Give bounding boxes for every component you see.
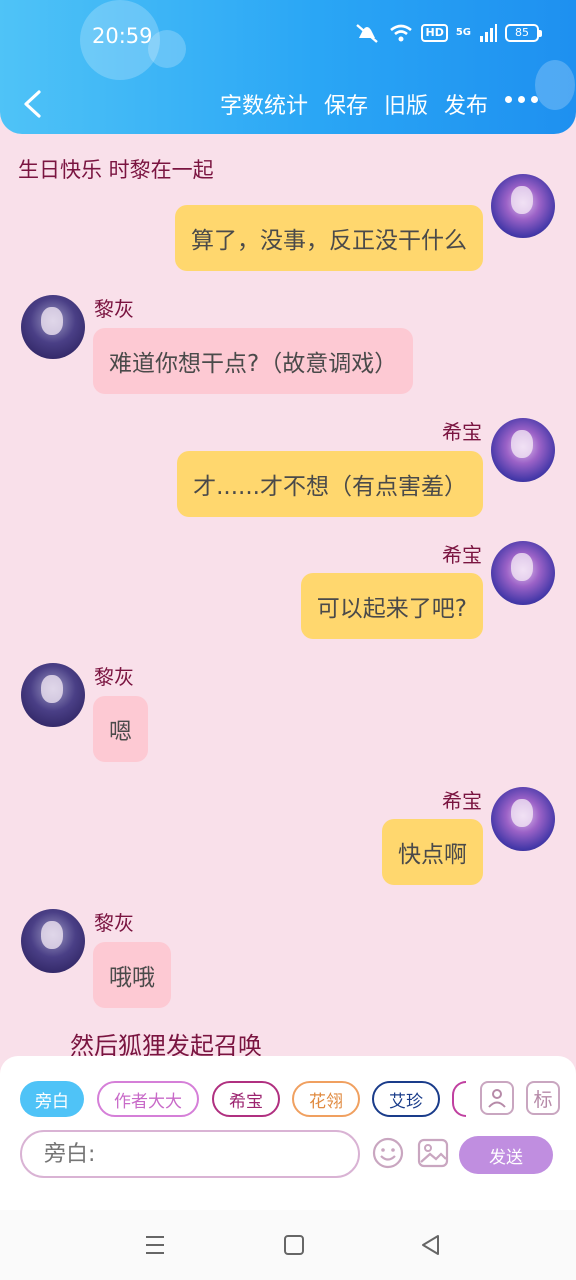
image-icon[interactable] xyxy=(416,1136,450,1170)
publish-button[interactable]: 发布 xyxy=(444,88,488,120)
role-chip-narrator[interactable]: 旁白 xyxy=(20,1081,84,1117)
avatar-lihui[interactable] xyxy=(21,909,85,973)
tag-icon[interactable]: 标 xyxy=(526,1081,560,1115)
sender-name: 希宝 xyxy=(442,789,482,813)
person-icon xyxy=(488,1089,506,1108)
avatar-xibao[interactable] xyxy=(491,418,555,482)
role-chip-hualing[interactable]: 花翎 xyxy=(292,1081,360,1117)
dot-icon xyxy=(505,96,512,103)
chat-title: 生日快乐 时黎在一起 xyxy=(18,158,214,182)
message-bubble[interactable]: 算了，没事，反正没干什么 xyxy=(175,205,483,271)
role-chip-partial[interactable] xyxy=(452,1081,466,1117)
wifi-icon xyxy=(390,24,413,42)
word-count-button[interactable]: 字数统计 xyxy=(220,88,308,120)
home-icon[interactable] xyxy=(281,1232,307,1258)
role-chip-author[interactable]: 作者大大 xyxy=(97,1081,199,1117)
message-bubble[interactable]: 可以起来了吧? xyxy=(300,573,483,639)
message-bubble[interactable]: 难道你想干点?（故意调戏） xyxy=(93,328,414,394)
app-header: 20:59 HD 5G 85 字数统计 保存 旧版 发布 xyxy=(0,0,576,134)
emoji-icon[interactable] xyxy=(371,1136,405,1170)
dot-icon xyxy=(531,96,538,103)
chevron-left-icon xyxy=(24,90,41,118)
mute-vibrate-icon xyxy=(356,24,379,43)
sender-name: 黎灰 xyxy=(94,297,134,321)
role-chip-aizhen[interactable]: 艾珍 xyxy=(372,1081,440,1117)
avatar-xibao[interactable] xyxy=(491,174,555,238)
avatar-xibao[interactable] xyxy=(491,787,555,851)
header-menu: 字数统计 保存 旧版 发布 xyxy=(220,88,488,120)
sender-name: 希宝 xyxy=(442,543,482,567)
message-bubble[interactable]: 嗯 xyxy=(93,696,148,762)
sender-name: 黎灰 xyxy=(94,665,134,689)
status-time: 20:59 xyxy=(92,24,153,48)
role-chip-xibao[interactable]: 希宝 xyxy=(212,1081,280,1117)
decor-bubble xyxy=(535,60,575,110)
save-button[interactable]: 保存 xyxy=(324,88,368,120)
message-input[interactable] xyxy=(20,1130,360,1178)
message-bubble[interactable]: 才......才不想（有点害羞） xyxy=(177,451,483,517)
hd-icon: HD xyxy=(421,24,448,42)
message-bubble[interactable]: 哦哦 xyxy=(93,942,171,1008)
avatar-lihui[interactable] xyxy=(21,295,85,359)
more-options-button[interactable] xyxy=(505,96,538,103)
message-bubble[interactable]: 快点啊 xyxy=(382,819,483,885)
battery-level: 85 xyxy=(505,24,539,42)
status-icons: HD 5G 85 xyxy=(353,22,542,44)
dot-icon xyxy=(518,96,525,103)
signal-icon xyxy=(480,24,497,42)
system-nav-bar xyxy=(0,1210,576,1280)
old-version-button[interactable]: 旧版 xyxy=(384,88,428,120)
avatar-xibao[interactable] xyxy=(491,541,555,605)
battery-icon: 85 xyxy=(505,24,542,42)
sender-name: 黎灰 xyxy=(94,911,134,935)
back-triangle-icon[interactable] xyxy=(418,1232,444,1258)
network-label: 5G xyxy=(455,27,471,38)
avatar-lihui[interactable] xyxy=(21,663,85,727)
composer-panel: 旁白 作者大大 希宝 花翎 艾珍 标 发送 xyxy=(0,1056,576,1210)
menu-icon[interactable] xyxy=(142,1232,168,1258)
back-button[interactable] xyxy=(14,84,50,124)
sender-name: 希宝 xyxy=(442,420,482,444)
send-button[interactable]: 发送 xyxy=(459,1136,553,1174)
contact-icon[interactable] xyxy=(480,1081,514,1115)
decor-bubble xyxy=(148,30,186,68)
